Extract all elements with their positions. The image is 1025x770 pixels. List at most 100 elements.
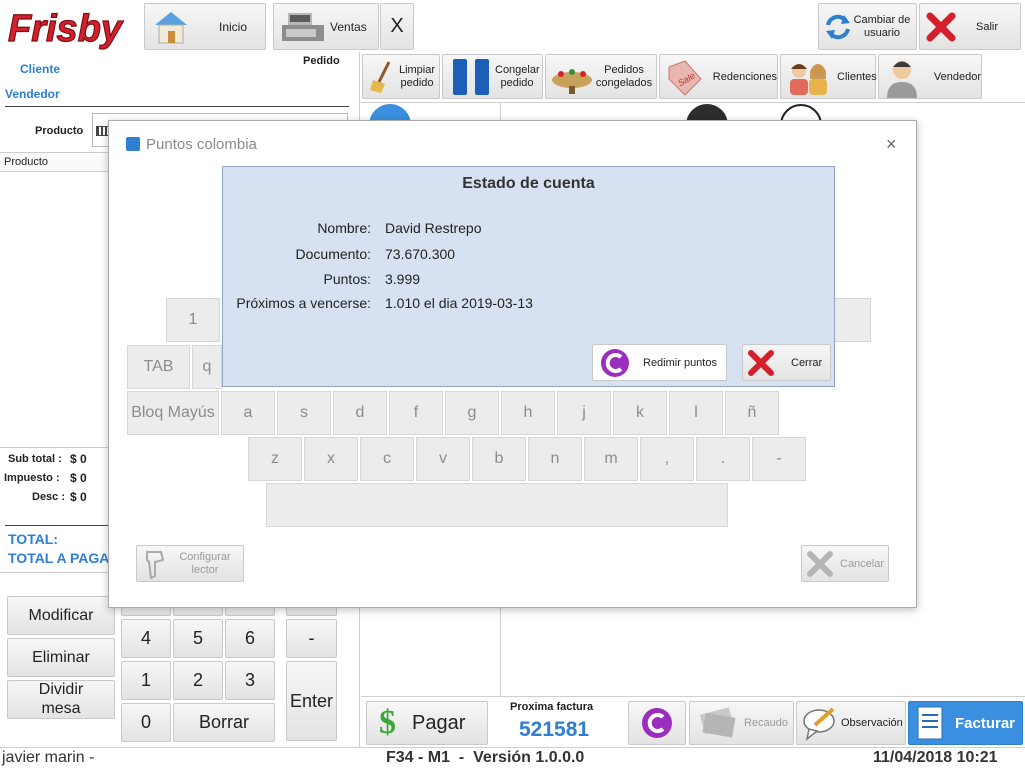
key-10-row3[interactable]: ñ: [725, 391, 779, 435]
facturar-button[interactable]: Facturar: [908, 701, 1023, 745]
gray-x-icon: [806, 550, 834, 578]
key-10-row4[interactable]: -: [752, 437, 806, 481]
key-6-row3[interactable]: h: [501, 391, 555, 435]
impuesto-value: $ 0: [70, 471, 87, 485]
status-datetime: 11/04/2018 10:21: [873, 749, 998, 766]
numpad-key-3[interactable]: 3: [225, 661, 275, 700]
congelar-pedido-button[interactable]: Congelar pedido: [442, 54, 543, 99]
key-2-row4[interactable]: x: [304, 437, 358, 481]
cancelar-label: Cancelar: [840, 557, 885, 570]
key-8-row4[interactable]: ,: [640, 437, 694, 481]
modificar-button[interactable]: Modificar: [7, 596, 115, 635]
numpad-key-6[interactable]: 6: [225, 619, 275, 658]
key-3-row4[interactable]: c: [360, 437, 414, 481]
limpiar-pedido-button[interactable]: Limpiar pedido: [362, 54, 440, 99]
key-bloq-mayus[interactable]: Bloq Mayús: [127, 391, 219, 435]
key-1-row4[interactable]: z: [248, 437, 302, 481]
desc-label: Desc :: [32, 491, 66, 503]
dividir-mesa-button[interactable]: Dividir mesa: [7, 680, 115, 719]
inicio-button[interactable]: Inicio: [144, 3, 266, 50]
key-right-edge[interactable]: [832, 298, 871, 342]
numpad-enter[interactable]: Enter: [286, 661, 337, 741]
clientes-label: Clientes: [837, 70, 877, 83]
svg-text:Frisby: Frisby: [8, 8, 124, 50]
redenciones-label: Redenciones: [712, 70, 777, 83]
observacion-button[interactable]: Observación: [796, 701, 906, 745]
refresh-icon: [823, 12, 853, 42]
puntos-label: Puntos:: [323, 271, 371, 287]
numpad-borrar[interactable]: Borrar: [173, 703, 275, 742]
recaudo-button[interactable]: Recaudo: [689, 701, 794, 745]
cliente-label[interactable]: Cliente: [20, 62, 60, 76]
pedidos-congelados-button[interactable]: Pedidos congelados: [545, 54, 657, 99]
key-q[interactable]: q: [192, 345, 222, 389]
total-label: TOTAL:: [8, 531, 59, 547]
configurar-lector-button[interactable]: Configurar lector: [136, 545, 244, 582]
redimir-puntos-label: Redimir puntos: [643, 356, 717, 369]
cancelar-button[interactable]: Cancelar: [801, 545, 889, 582]
subtotal-label: Sub total :: [8, 453, 62, 465]
numpad-key-2[interactable]: 2: [173, 661, 223, 700]
vendedor-button[interactable]: Vendedor: [878, 54, 982, 99]
key-7-row3[interactable]: j: [557, 391, 611, 435]
pause-icon: [449, 57, 493, 97]
dialog-close-icon[interactable]: ×: [886, 134, 897, 155]
key-7-row4[interactable]: m: [584, 437, 638, 481]
pagar-label: Pagar: [412, 711, 466, 734]
nombre-label: Nombre:: [317, 220, 371, 236]
limpiar-pedido-label: Limpiar pedido: [398, 63, 436, 89]
red-x-icon: [747, 349, 775, 377]
table-header-producto: Producto: [4, 156, 49, 168]
red-x-icon: [924, 10, 958, 44]
money-icon: [696, 705, 740, 741]
broom-icon: [367, 59, 397, 95]
pedidos-congelados-label: Pedidos congelados: [595, 63, 653, 89]
cambiar-usuario-label: Cambiar de usuario: [853, 13, 911, 39]
key-1-row3[interactable]: a: [221, 391, 275, 435]
key-2-row3[interactable]: s: [277, 391, 331, 435]
key-8-row3[interactable]: k: [613, 391, 667, 435]
key-9-row3[interactable]: l: [669, 391, 723, 435]
dialog-app-icon: [126, 137, 140, 151]
proxima-factura-label: Proxima factura: [510, 701, 594, 713]
cash-register-icon: [278, 7, 328, 47]
key-3-row3[interactable]: d: [333, 391, 387, 435]
eliminar-button[interactable]: Eliminar: [7, 638, 115, 677]
pagar-button[interactable]: $ Pagar: [366, 701, 488, 745]
key-5-row4[interactable]: b: [472, 437, 526, 481]
numpad-key-0[interactable]: 0: [121, 703, 171, 742]
salir-button[interactable]: Salir: [919, 3, 1021, 50]
close-x-button[interactable]: X: [380, 3, 414, 50]
redimir-puntos-button[interactable]: Redimir puntos: [592, 344, 727, 381]
producto-label: Producto: [35, 125, 84, 137]
total-pagar-label: TOTAL A PAGAR: [8, 550, 120, 566]
redenciones-button[interactable]: Sale Redenciones: [659, 54, 778, 99]
proxima-factura-value: 521581: [519, 718, 590, 741]
numpad-key-1[interactable]: 1: [121, 661, 171, 700]
puntos-colombia-button[interactable]: [628, 701, 686, 745]
cambiar-usuario-button[interactable]: Cambiar de usuario: [818, 3, 917, 50]
key-space[interactable]: [266, 483, 728, 527]
key-1[interactable]: 1: [166, 298, 220, 342]
cerrar-button[interactable]: Cerrar: [742, 344, 831, 381]
numpad-key-4[interactable]: 4: [121, 619, 171, 658]
salir-label: Salir: [976, 20, 999, 33]
vendedor-btn-label: Vendedor: [933, 70, 981, 83]
dialog-title: Puntos colombia: [146, 136, 257, 153]
documento-label: Documento:: [295, 246, 371, 262]
key-5-row3[interactable]: g: [445, 391, 499, 435]
vencer-label: Próximos a vencerse:: [236, 295, 371, 311]
key-4-row4[interactable]: v: [416, 437, 470, 481]
observacion-label: Observación: [841, 717, 903, 729]
key-4-row3[interactable]: f: [389, 391, 443, 435]
key-9-row4[interactable]: .: [696, 437, 750, 481]
key-6-row4[interactable]: n: [528, 437, 582, 481]
vendedor-label[interactable]: Vendedor: [5, 87, 60, 101]
numpad-key-minus[interactable]: -: [286, 619, 337, 658]
ventas-button[interactable]: Ventas: [273, 3, 379, 50]
dinner-table-icon: [549, 59, 595, 95]
clientes-button[interactable]: Clientes: [780, 54, 877, 99]
key-tab[interactable]: TAB: [127, 345, 190, 389]
impuesto-label: Impuesto :: [4, 472, 60, 484]
numpad-key-5[interactable]: 5: [173, 619, 223, 658]
